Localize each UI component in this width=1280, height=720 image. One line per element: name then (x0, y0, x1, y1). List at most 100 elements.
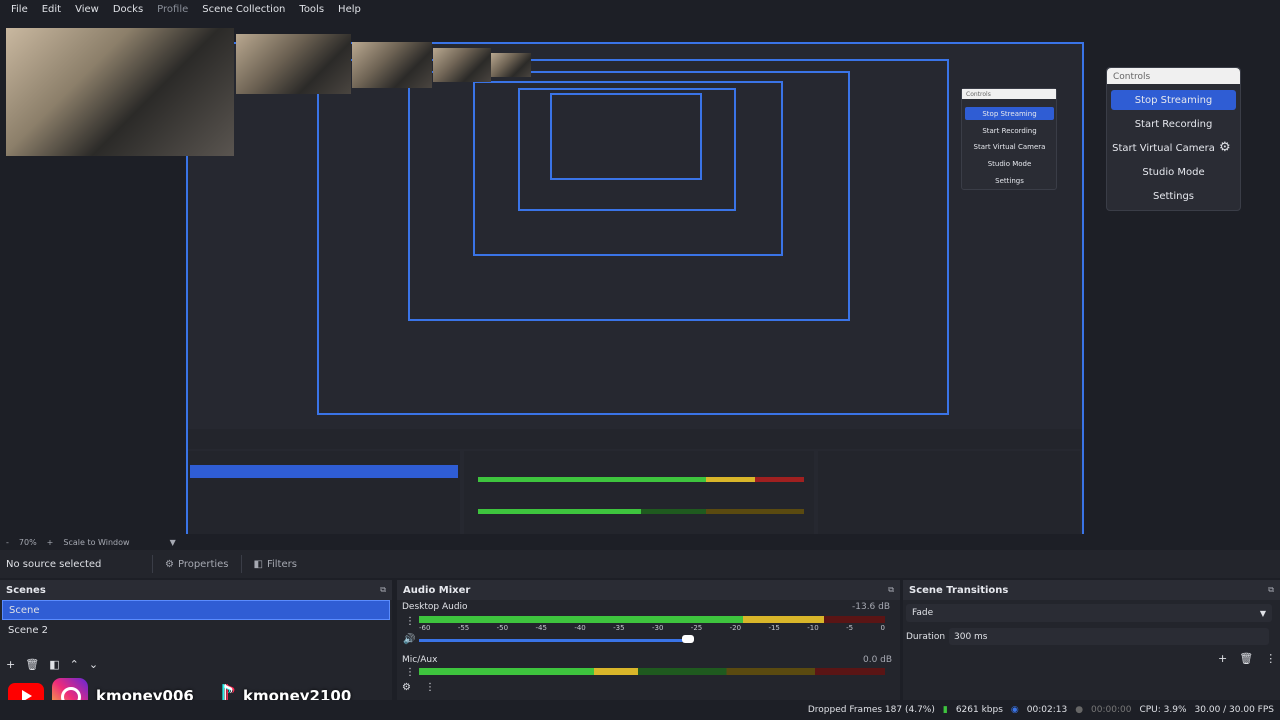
scenes-title: Scenes (6, 584, 46, 596)
meter-scale: -60 -55 -50 -45 -40 -35 -30 -25 -20 -15 -10 -5 0 (419, 624, 885, 634)
start-virtual-camera-button[interactable]: Start Virtual Camera (1111, 138, 1216, 158)
nested-controls-dock: Controls Stop Streaming Start Recording … (961, 88, 1057, 190)
source-toolbar: No source selected ⚙ Properties ◧ Filter… (0, 550, 1280, 578)
start-recording-button[interactable]: Start Recording (1111, 114, 1236, 134)
fps: 30.00 / 30.00 FPS (1194, 705, 1274, 715)
duration-value: 300 ms (954, 631, 988, 642)
scene-item[interactable]: Scene 2 (2, 620, 390, 640)
chevron-down-icon: ▼ (1259, 608, 1266, 618)
zoom-in-button[interactable]: + (47, 538, 54, 547)
settings-button[interactable]: Settings (1111, 186, 1236, 206)
signal-icon: ▮ (942, 705, 948, 715)
zoom-level: 70% (18, 537, 37, 547)
nested-mixer-dock (464, 451, 814, 541)
scale-tick: -35 (613, 624, 625, 632)
scenes-toolbar: + 🗑 ◧ ⌃ ⌄ (6, 658, 98, 671)
transitions-title: Scene Transitions (909, 584, 1009, 596)
nested-scenes-dock (188, 451, 460, 541)
menu-tools[interactable]: Tools (292, 4, 331, 15)
controls-title: Controls (1107, 68, 1240, 84)
scale-tick: -25 (690, 624, 703, 632)
add-icon[interactable]: + (1218, 652, 1227, 665)
volume-meter-level (419, 668, 639, 675)
more-icon[interactable]: ⋮ (405, 667, 415, 678)
more-icon[interactable]: ⋮ (1265, 652, 1276, 665)
record-icon: ● (1075, 705, 1084, 715)
preview-canvas[interactable] (186, 42, 1084, 547)
volume-slider[interactable] (419, 639, 687, 642)
menu-docks[interactable]: Docks (106, 4, 150, 15)
studio-mode-button[interactable]: Studio Mode (1111, 162, 1236, 182)
gear-icon[interactable]: ⚙ (1219, 140, 1231, 155)
more-icon[interactable]: ⋮ (405, 616, 415, 627)
nested-start-recording: Start Recording (982, 126, 1037, 135)
webcam-echo (433, 48, 491, 82)
stream-time: 00:02:13 (1026, 705, 1068, 715)
trash-icon[interactable]: 🗑 (1239, 652, 1253, 665)
speaker-icon[interactable]: 🔊 (403, 634, 415, 645)
filter-icon: ◧ (253, 558, 263, 570)
more-icon[interactable]: ⋮ (425, 682, 435, 693)
menu-view[interactable]: View (68, 4, 106, 15)
webcam-echo (236, 34, 351, 94)
chevron-up-icon[interactable]: ⌃ (70, 658, 79, 671)
nested-transitions-dock (818, 451, 1080, 541)
nested-studio-mode: Studio Mode (987, 159, 1032, 168)
duration-label: Duration (906, 632, 946, 642)
menu-scene-collection[interactable]: Scene Collection (195, 4, 292, 15)
nested-source-bar (188, 429, 1082, 449)
gear-icon: ⚙ (165, 558, 174, 570)
scale-tick: -20 (729, 624, 742, 632)
preview-area[interactable]: Controls Stop Streaming Start Recording … (0, 18, 1280, 547)
nested-preview-5 (550, 93, 702, 180)
transition-select[interactable]: Fade ▼ (906, 604, 1272, 622)
webcam-feed (6, 28, 234, 156)
nested-start-virtual-camera: Start Virtual Camera (973, 142, 1046, 151)
undock-icon[interactable]: ⧉ (888, 585, 894, 595)
zoom-out-button[interactable]: - (6, 538, 9, 547)
add-icon[interactable]: + (6, 658, 15, 671)
divider (152, 555, 153, 573)
transitions-title-bar: Scene Transitions ⧉ (903, 580, 1280, 600)
channel-db: 0.0 dB (863, 655, 893, 665)
menu-profile[interactable]: Profile (150, 4, 195, 15)
undock-icon[interactable]: ⧉ (1268, 585, 1274, 595)
channel-name: Desktop Audio (402, 602, 468, 612)
scale-tick: -15 (768, 624, 780, 632)
scale-tick: -60 (419, 624, 431, 632)
webcam-echo (352, 42, 432, 88)
menu-bar: File Edit View Docks Profile Scene Colle… (0, 0, 1280, 18)
filters-button[interactable]: ◧ Filters (248, 557, 303, 572)
trash-icon[interactable]: 🗑 (25, 658, 39, 671)
scale-mode[interactable]: Scale to Window (63, 538, 129, 547)
transitions-toolbar: + 🗑 ⋮ (1218, 652, 1276, 665)
mixer-title-bar: Audio Mixer ⧉ (397, 580, 900, 600)
audio-mixer-dock: Audio Mixer ⧉ Desktop Audio -13.6 dB ⋮ -… (397, 580, 900, 700)
record-time: 00:00:00 (1091, 705, 1132, 715)
menu-help[interactable]: Help (331, 4, 368, 15)
scale-tick: -45 (535, 624, 547, 632)
volume-slider-handle[interactable] (682, 635, 694, 643)
cpu-usage: CPU: 3.9% (1139, 705, 1187, 715)
stop-streaming-button[interactable]: Stop Streaming (1111, 90, 1236, 110)
scenes-title-bar: Scenes ⧉ (0, 580, 392, 600)
chevron-down-icon[interactable]: ⌄ (89, 658, 98, 671)
nested-controls-title: Controls (962, 89, 1056, 99)
no-source-label: No source selected (6, 558, 102, 570)
scale-tick: -40 (574, 624, 586, 632)
menu-file[interactable]: File (4, 4, 35, 15)
menu-edit[interactable]: Edit (35, 4, 68, 15)
chevron-down-icon[interactable]: ▼ (170, 538, 176, 547)
volume-meter-level (419, 616, 825, 623)
scene-item[interactable]: Scene (2, 600, 390, 620)
filter-icon[interactable]: ◧ (49, 658, 59, 671)
gears-icon[interactable]: ⚙ (402, 682, 411, 693)
properties-button[interactable]: ⚙ Properties (159, 557, 235, 572)
scale-tick: -55 (457, 624, 470, 632)
duration-input[interactable]: 300 ms (949, 628, 1269, 645)
scale-tick: 0 (880, 624, 885, 632)
transition-value: Fade (912, 608, 934, 618)
undock-icon[interactable]: ⧉ (380, 585, 386, 595)
stream-icon: ◉ (1010, 705, 1019, 715)
filters-label: Filters (266, 558, 297, 570)
